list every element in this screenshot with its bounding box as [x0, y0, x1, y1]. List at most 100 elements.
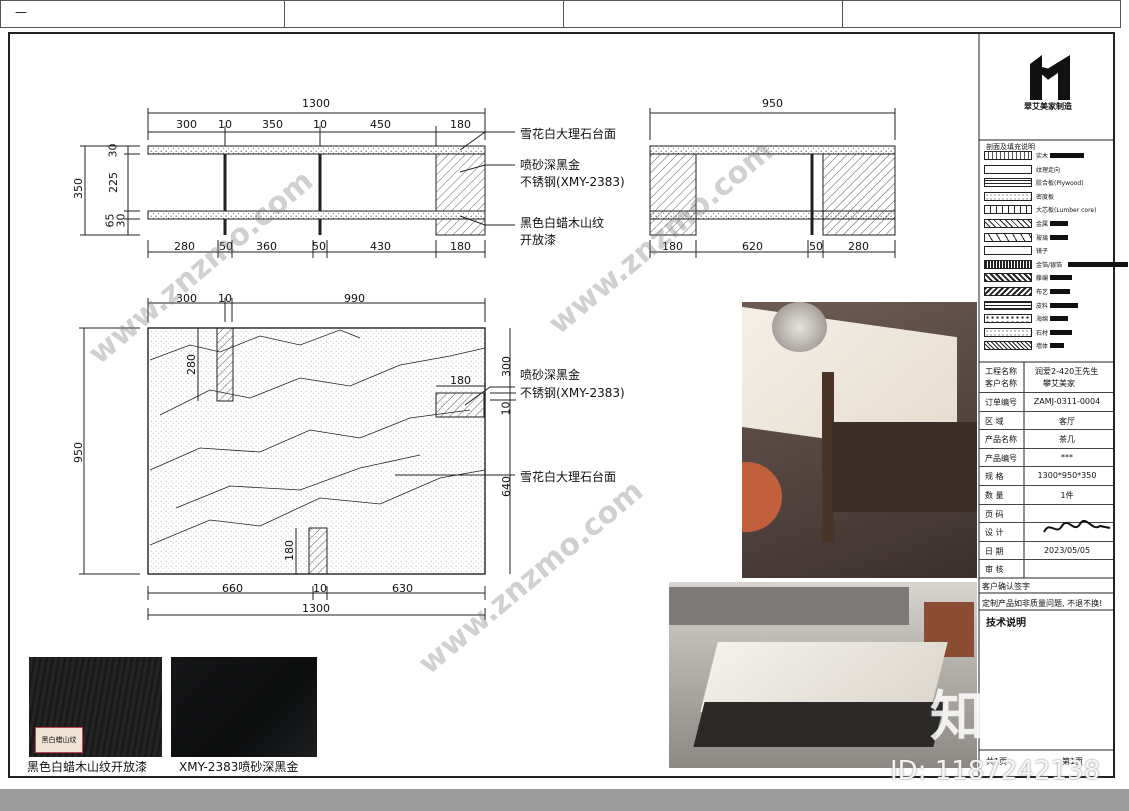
title-row-value: 茶几 — [1059, 435, 1075, 445]
redacted-bar — [1050, 221, 1068, 226]
legend-swatch — [984, 341, 1032, 351]
title-row: 区 域 客厅 — [979, 410, 1113, 429]
note-wood-line1: 黑色白蜡木山纹 — [520, 216, 605, 230]
title-row-key: 产品编号 — [985, 453, 1017, 463]
coffee-table-base — [693, 702, 945, 747]
plan-total-dim: 1300 — [302, 602, 330, 615]
front-seg-dim: 300 — [176, 118, 197, 131]
title-row: 规 格 1300*950*350 — [979, 466, 1113, 484]
legend-swatch — [984, 314, 1032, 324]
front-total-dim: 1300 — [302, 97, 330, 110]
plan-top-dim: 990 — [344, 292, 365, 305]
legend-swatch — [984, 232, 1032, 242]
legend-label: 胶合板(Plywood) — [1036, 180, 1084, 188]
sofa — [669, 587, 909, 625]
legend-label: 金箔/银箔 — [1036, 261, 1063, 269]
title-row-key: 审 核 — [985, 565, 1004, 575]
legend-swatch — [984, 178, 1032, 188]
sample-tag: 黑白蜡山纹 — [35, 727, 83, 753]
legend-swatch — [984, 219, 1032, 228]
note-plan-steel-2: 不锈钢(XMY-2383) — [520, 386, 625, 400]
title-row: 产品名称 茶几 — [979, 429, 1113, 447]
legend-swatch — [984, 327, 1032, 337]
front-height-seg: 30 — [114, 213, 128, 228]
legend-swatch — [984, 164, 1032, 174]
tech-note: 技术说明 — [986, 618, 1026, 629]
title-row-value: 1件 — [1060, 491, 1074, 500]
redacted-bar — [1050, 289, 1070, 294]
side-bottom-dim: 280 — [848, 240, 869, 253]
client-label: 客户名称 — [985, 379, 1017, 388]
sample-wood-caption: 黑色白蜡木山纹开放漆 — [27, 760, 148, 774]
legend-label: 石材 — [1036, 329, 1049, 337]
title-row-value: 客厅 — [1059, 416, 1075, 426]
legend-swatch — [984, 287, 1032, 296]
front-bottom-dim: 360 — [256, 240, 277, 253]
client-confirm: 客户确认签字 — [982, 582, 1030, 591]
legend-label: 藤编 — [1036, 275, 1049, 283]
plan-leg-dim: 180 — [283, 540, 296, 561]
legend-label: 实木 — [1036, 153, 1049, 160]
bottom-bar — [0, 789, 1129, 811]
metal-bowl — [772, 302, 827, 352]
plan-bottom-dim: 660 — [222, 582, 243, 595]
note-steel-line1: 喷砂深黑金 — [520, 158, 581, 172]
redacted-bar — [1068, 261, 1128, 267]
plan-bottom-dim: 10 — [313, 582, 327, 595]
plan-bottom-dim: 630 — [392, 582, 413, 595]
side-bottom-dim: 50 — [809, 240, 823, 253]
plan-top-dim: 10 — [218, 292, 232, 305]
title-row-key: 页 码 — [985, 509, 1004, 519]
sample-metal-swatch — [171, 657, 317, 757]
note-steel-line2: 不锈钢(XMY-2383) — [520, 175, 625, 189]
plan-leg-dim: 280 — [185, 354, 198, 375]
brand-name: 翠艾美家制造 — [1024, 102, 1072, 111]
watermark-brand: 知末 — [930, 685, 1038, 748]
title-row-key: 产品名称 — [985, 435, 1017, 445]
legend-label: 玻璃 — [1036, 234, 1049, 242]
client-value: 攀艾美家 — [1043, 379, 1075, 388]
title-row-key: 区 域 — [985, 416, 1004, 426]
project-value: 润爱2-420王先生 — [1035, 367, 1099, 376]
front-seg-dim: 10 — [218, 118, 232, 131]
note-plan-marble: 雪花白大理石台面 — [520, 470, 617, 484]
note-wood-line2: 开放漆 — [520, 233, 557, 247]
redacted-bar — [1050, 153, 1084, 158]
legend-label: 密度板 — [1036, 193, 1055, 201]
legend-swatch — [984, 300, 1032, 310]
legend-label: 墙体 — [1036, 343, 1049, 351]
legend-swatch — [984, 273, 1032, 283]
legend-label: 镜子 — [1036, 248, 1049, 256]
title-row: 产品编号 *** — [979, 447, 1113, 466]
front-seg-dim: 180 — [450, 118, 471, 131]
front-seg-dim: 350 — [262, 118, 283, 131]
watermark-id: ID: 1187242138 — [890, 756, 1101, 786]
plan-left-dim: 950 — [72, 442, 85, 463]
title-row-value: *** — [1061, 452, 1073, 462]
note-plan-steel-1: 喷砂深黑金 — [520, 368, 581, 382]
redacted-bar — [1050, 275, 1072, 281]
front-bottom-dim: 50 — [312, 240, 326, 253]
front-bottom-dim: 430 — [370, 240, 391, 253]
title-row-key: 数 量 — [985, 491, 1004, 500]
redacted-bar — [1050, 302, 1078, 308]
side-bottom-dim: 620 — [742, 240, 763, 253]
title-row: 日 期 2023/05/05 — [979, 540, 1113, 559]
side-total-dim: 950 — [762, 97, 783, 110]
product-photo-closeup — [742, 302, 977, 578]
note-marble-top: 雪花白大理石台面 — [520, 127, 617, 141]
legend-label: 纹理走向 — [1036, 166, 1061, 174]
plan-insert-dim: 180 — [450, 374, 471, 387]
legend-swatch — [984, 259, 1032, 269]
legend-label: 金属 — [1036, 221, 1049, 228]
title-row-key: 规 格 — [985, 472, 1004, 482]
title-row-key: 订单编号 — [985, 398, 1017, 407]
legend-swatch — [984, 191, 1032, 201]
legend-swatch — [984, 246, 1032, 256]
plan-right-dim: 10 — [499, 401, 513, 416]
title-row-value: 1300*950*350 — [1037, 471, 1097, 481]
title-row-value: 2023/05/05 — [1043, 545, 1091, 555]
legend-label: 大芯板(Lumber core) — [1036, 207, 1097, 215]
redacted-bar — [1050, 329, 1072, 335]
title-row: 订单编号 ZAMJ-0311-0004 — [979, 392, 1113, 410]
